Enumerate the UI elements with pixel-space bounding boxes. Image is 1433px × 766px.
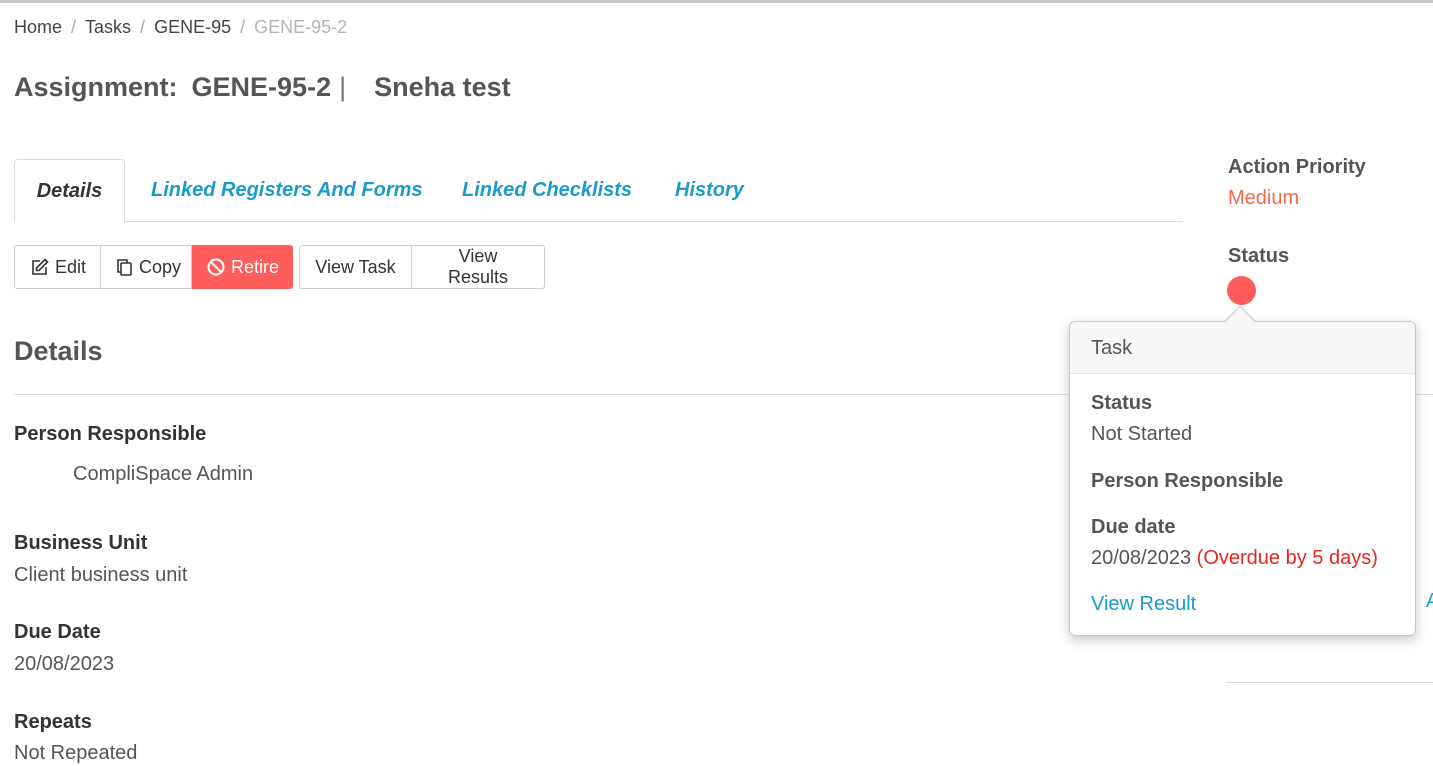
copy-button-label: Copy — [139, 256, 182, 277]
popover-status-value: Not Started — [1091, 423, 1193, 445]
status-label: Status — [1228, 245, 1290, 267]
edit-button[interactable]: Edit — [14, 245, 101, 289]
status-indicator[interactable] — [1227, 276, 1256, 305]
action-priority-value: Medium — [1228, 187, 1300, 209]
top-border — [0, 0, 1433, 3]
edit-icon — [30, 257, 49, 277]
sidebar-divider — [1226, 682, 1433, 683]
breadcrumb-separator: / — [140, 17, 146, 37]
view-task-button[interactable]: View Task — [299, 245, 412, 289]
person-responsible-value: CompliSpace Admin — [73, 463, 254, 485]
breadcrumb-tasks[interactable]: Tasks — [85, 17, 131, 38]
task-status-popover: Task Status Not Started Person Responsib… — [1069, 321, 1416, 636]
breadcrumb: Home / Tasks / GENE-95 / GENE-95-2 — [14, 17, 347, 38]
popover-person-responsible-label: Person Responsible — [1091, 470, 1284, 492]
repeats-value: Not Repeated — [14, 742, 138, 764]
due-date-value: 20/08/2023 — [14, 653, 115, 675]
breadcrumb-home[interactable]: Home — [14, 17, 62, 38]
breadcrumb-gene-95[interactable]: GENE-95 — [154, 17, 231, 38]
breadcrumb-separator: / — [240, 17, 246, 37]
tab-linked-checklists[interactable]: Linked Checklists — [462, 159, 632, 222]
view-result-link[interactable]: View Result — [1091, 593, 1196, 616]
breadcrumb-current: GENE-95-2 — [254, 17, 348, 37]
tab-bar: Details Linked Registers And Forms Linke… — [14, 159, 1183, 223]
view-results-button[interactable]: View Results — [412, 245, 545, 289]
clipped-link-text[interactable]: A — [1426, 590, 1433, 613]
ban-icon — [207, 258, 225, 276]
retire-button[interactable]: Retire — [192, 245, 293, 289]
popover-status-label: Status — [1091, 392, 1153, 414]
retire-button-label: Retire — [231, 256, 280, 277]
copy-icon — [116, 258, 133, 277]
due-date-label: Due Date — [14, 621, 101, 643]
action-button-group: Edit Copy Retire — [14, 245, 293, 289]
tab-details[interactable]: Details — [14, 159, 125, 223]
details-section-title: Details — [14, 336, 103, 366]
repeats-label: Repeats — [14, 711, 92, 733]
edit-button-label: Edit — [55, 256, 87, 277]
view-button-group: View Task View Results — [299, 245, 545, 289]
breadcrumb-separator: / — [71, 17, 77, 37]
popover-due-date: 20/08/2023 — [1091, 547, 1192, 569]
page-title-name: Sneha test — [374, 72, 511, 102]
page-title-prefix: Assignment: — [14, 72, 178, 102]
business-unit-value: Client business unit — [14, 564, 188, 586]
tab-linked-registers-and-forms[interactable]: Linked Registers And Forms — [151, 159, 423, 222]
page-title-separator: | — [339, 72, 347, 102]
page-title-code: GENE-95-2 — [191, 72, 332, 102]
person-responsible-label: Person Responsible — [14, 423, 207, 445]
page-title: Assignment: GENE-95-2 | Sneha test — [14, 72, 511, 103]
business-unit-label: Business Unit — [14, 532, 148, 554]
popover-due-date-value: 20/08/2023 (Overdue by 5 days) — [1091, 547, 1378, 570]
popover-due-date-label: Due date — [1091, 516, 1176, 538]
overdue-badge: (Overdue by 5 days) — [1196, 547, 1378, 569]
copy-button[interactable]: Copy — [101, 245, 192, 289]
tab-history[interactable]: History — [675, 159, 744, 222]
action-priority-label: Action Priority — [1228, 156, 1366, 178]
